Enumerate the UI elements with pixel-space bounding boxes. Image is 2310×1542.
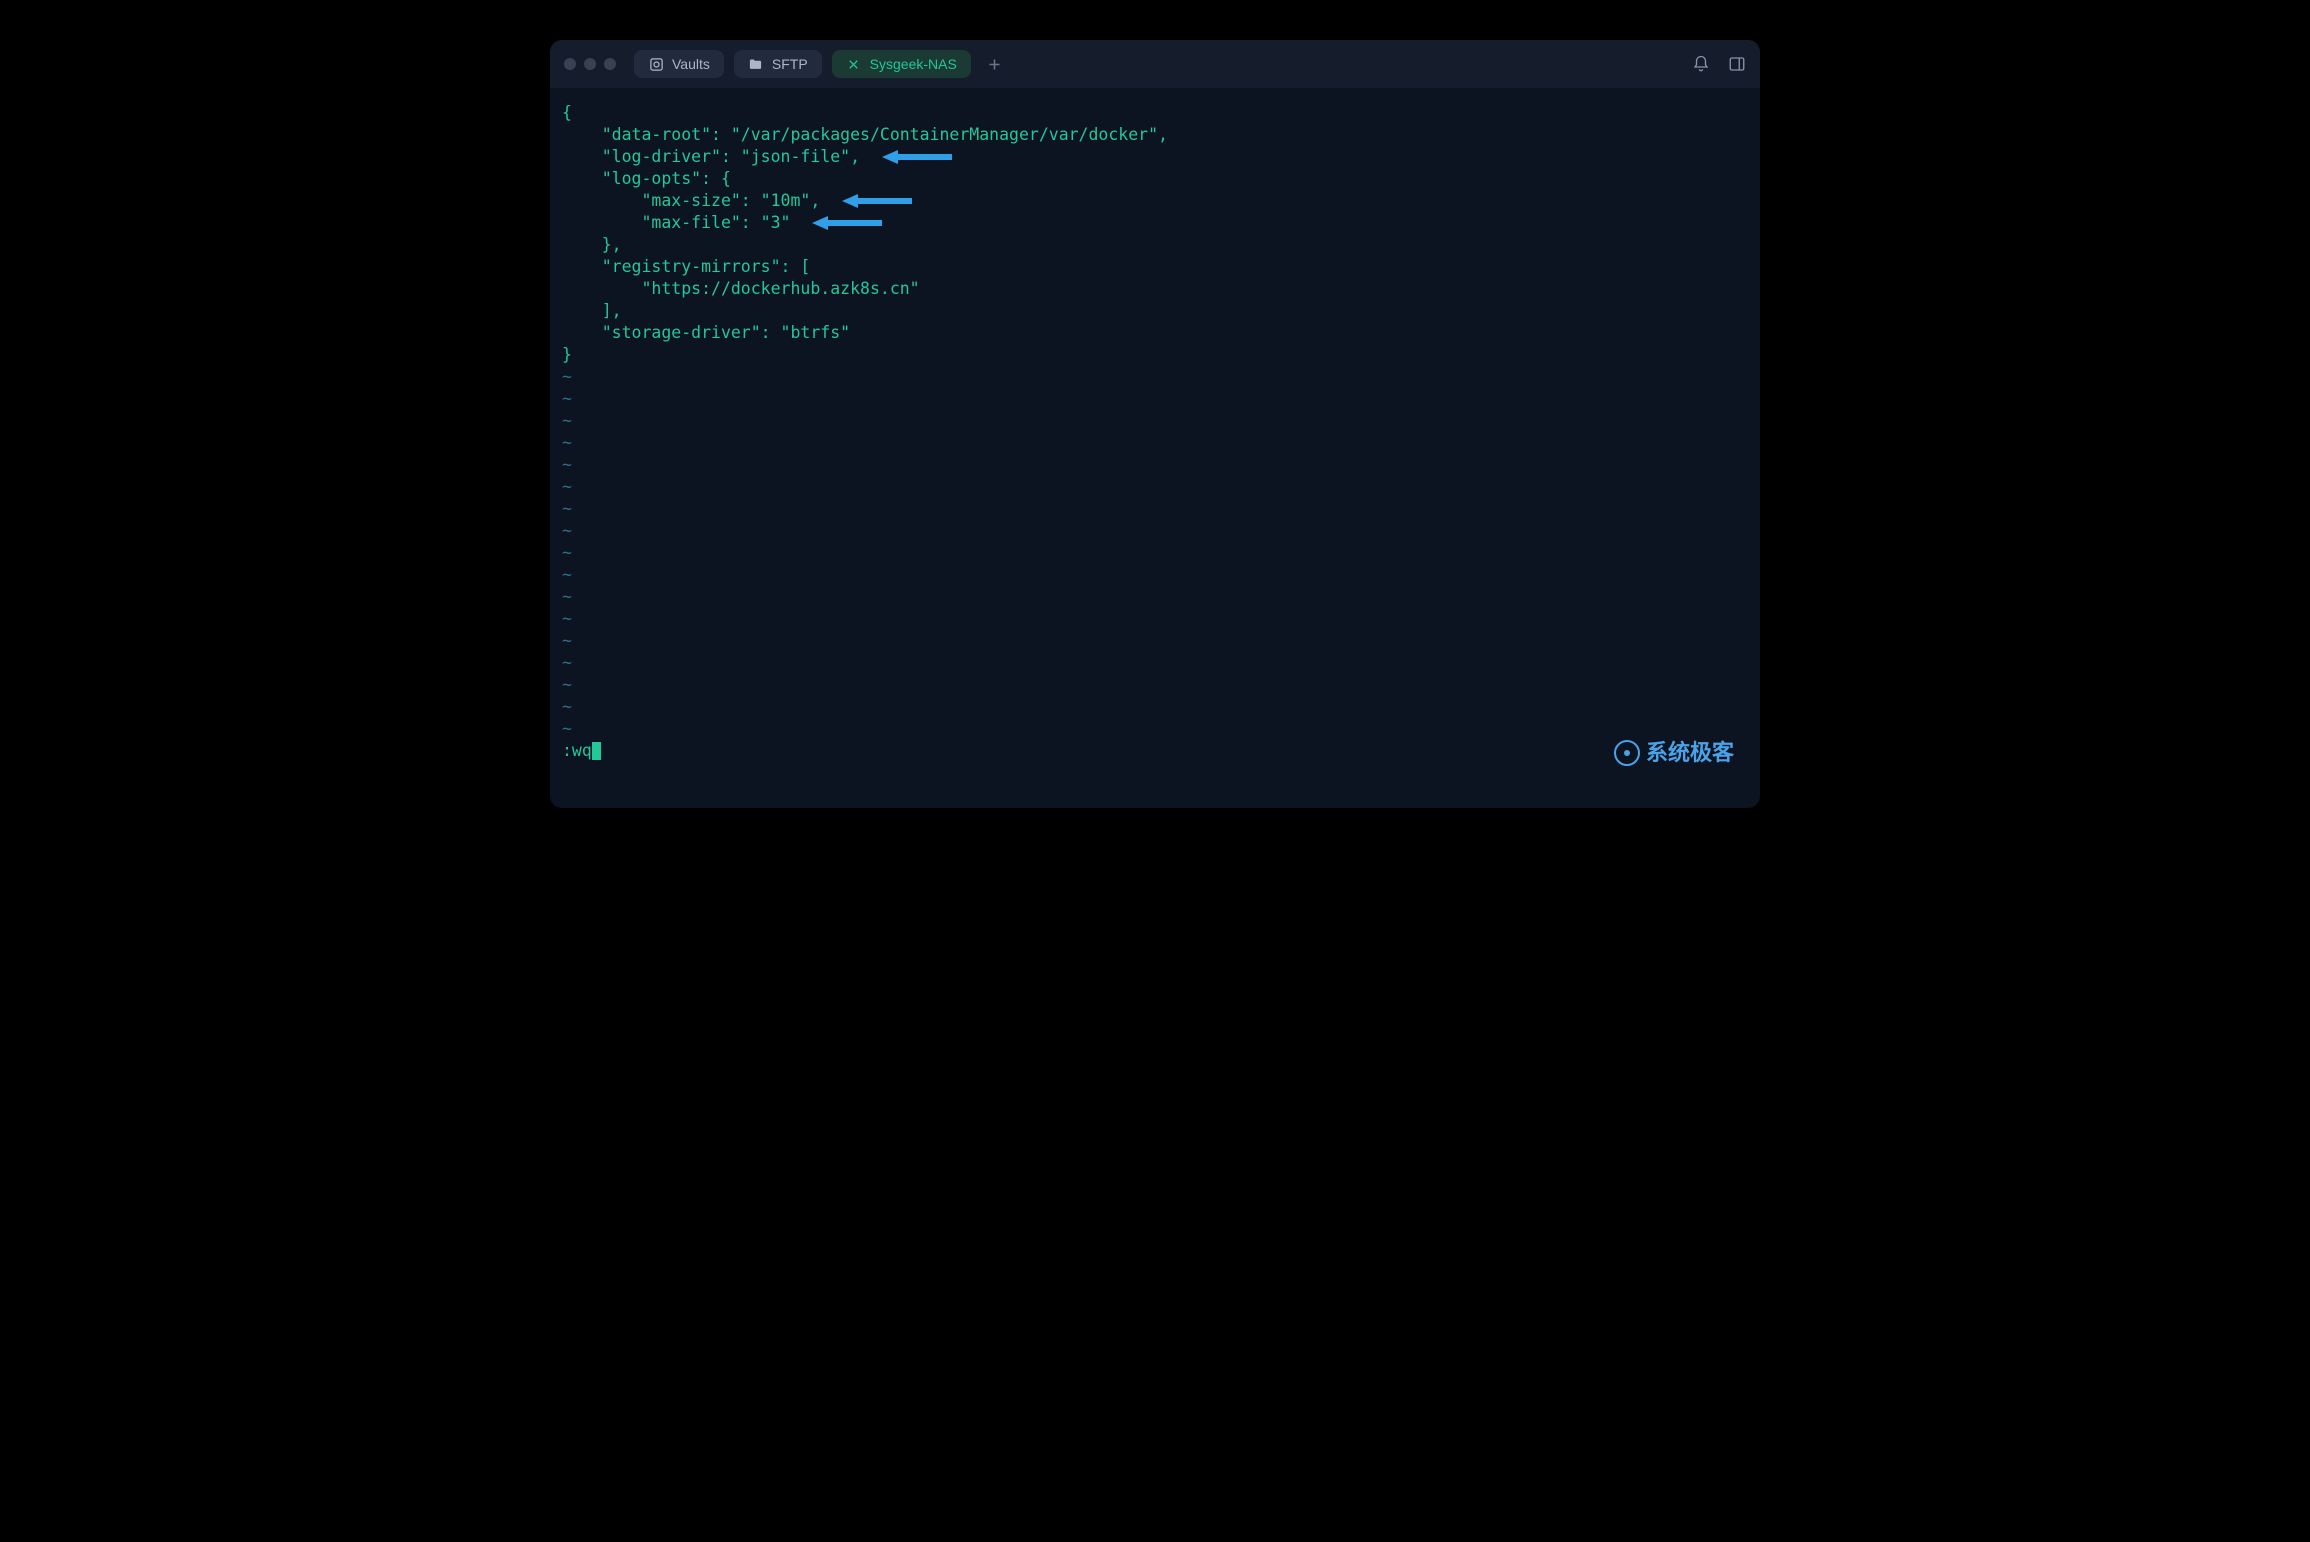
tab-vaults[interactable]: Vaults [634, 50, 724, 78]
watermark-text: 系统极客 [1646, 742, 1734, 764]
notifications-icon[interactable] [1692, 55, 1710, 73]
cursor [592, 742, 601, 760]
tab-active-session[interactable]: Sysgeek-NAS [832, 50, 971, 78]
vim-empty-line: ~ [562, 366, 1748, 388]
titlebar: Vaults SFTP Sysgeek-NAS [550, 40, 1760, 88]
tab-label: Vaults [672, 56, 710, 72]
code-line: { [562, 102, 1748, 124]
vim-empty-line: ~ [562, 498, 1748, 520]
vim-empty-line: ~ [562, 432, 1748, 454]
tab-label: SFTP [772, 56, 808, 72]
tab-label: Sysgeek-NAS [870, 56, 957, 72]
code-line: ], [562, 300, 1748, 322]
vim-empty-line: ~ [562, 630, 1748, 652]
code-line: "log-opts": { [562, 168, 1748, 190]
vim-empty-line: ~ [562, 454, 1748, 476]
vim-empty-line: ~ [562, 674, 1748, 696]
vim-empty-line: ~ [562, 410, 1748, 432]
vim-command-text: :wq [562, 740, 592, 762]
code-line: "registry-mirrors": [ [562, 256, 1748, 278]
code-line: "data-root": "/var/packages/ContainerMan… [562, 124, 1748, 146]
window-controls [564, 58, 616, 70]
code-line: }, [562, 234, 1748, 256]
vim-empty-line: ~ [562, 520, 1748, 542]
panel-toggle-icon[interactable] [1728, 55, 1746, 73]
close-icon[interactable] [846, 56, 862, 72]
vault-icon [648, 56, 664, 72]
vim-empty-line: ~ [562, 652, 1748, 674]
watermark-logo-icon [1614, 740, 1640, 766]
vim-empty-line: ~ [562, 564, 1748, 586]
minimize-window-button[interactable] [584, 58, 596, 70]
new-tab-button[interactable] [981, 50, 1009, 78]
code-line: "max-file": "3" [562, 212, 1748, 234]
vim-empty-line: ~ [562, 718, 1748, 740]
terminal-viewport[interactable]: { "data-root": "/var/packages/ContainerM… [550, 88, 1760, 808]
vim-empty-line: ~ [562, 696, 1748, 718]
close-window-button[interactable] [564, 58, 576, 70]
vim-empty-line: ~ [562, 388, 1748, 410]
folder-icon [748, 56, 764, 72]
code-line: } [562, 344, 1748, 366]
code-line: "log-driver": "json-file", [562, 146, 1748, 168]
tab-sftp[interactable]: SFTP [734, 50, 822, 78]
vim-empty-line: ~ [562, 586, 1748, 608]
vim-empty-line: ~ [562, 476, 1748, 498]
terminal-window: Vaults SFTP Sysgeek-NAS [550, 40, 1760, 808]
code-line: "max-size": "10m", [562, 190, 1748, 212]
titlebar-actions [1692, 55, 1746, 73]
vim-empty-line: ~ [562, 542, 1748, 564]
code-line: "https://dockerhub.azk8s.cn" [562, 278, 1748, 300]
vim-command-line[interactable]: :wq [562, 740, 1748, 762]
vim-empty-line: ~ [562, 608, 1748, 630]
maximize-window-button[interactable] [604, 58, 616, 70]
watermark: 系统极客 [1614, 740, 1734, 766]
code-line: "storage-driver": "btrfs" [562, 322, 1748, 344]
